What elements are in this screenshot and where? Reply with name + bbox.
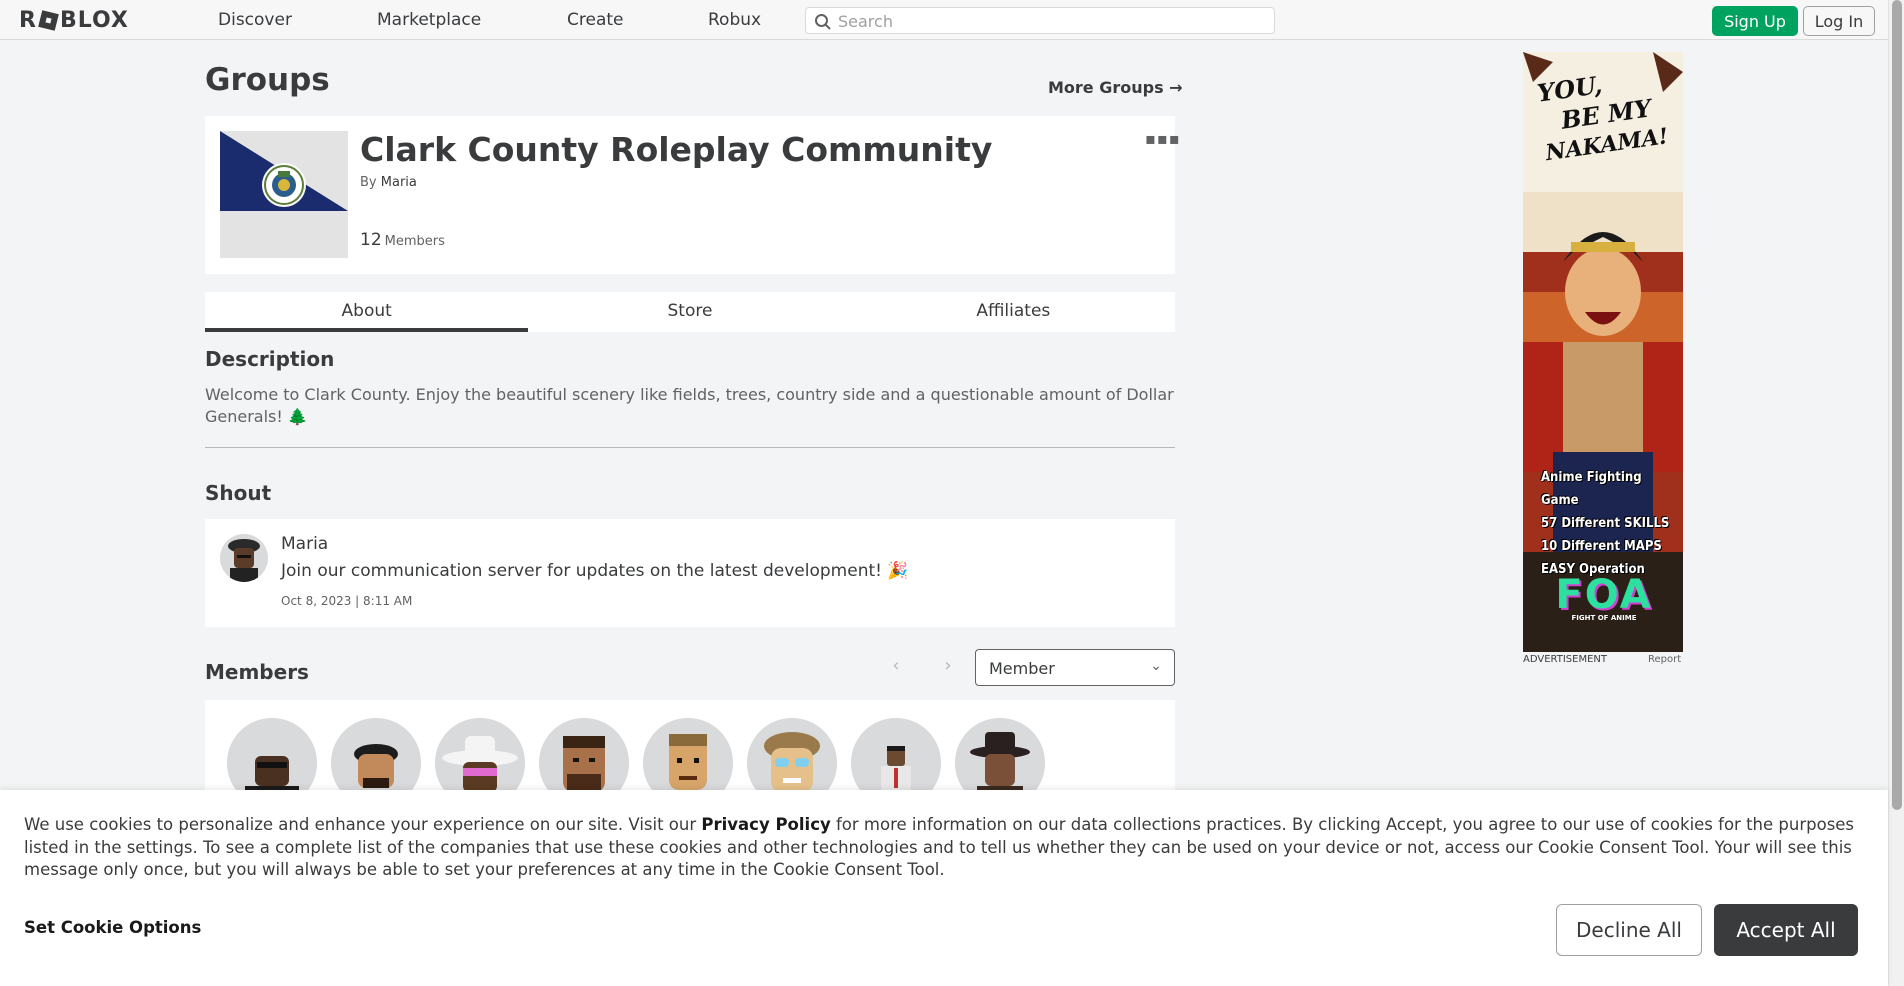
group-header-card: Clark County Roleplay Community By Maria…: [205, 116, 1180, 274]
search-icon: [815, 14, 831, 30]
shout-card: Maria Join our communication server for …: [205, 519, 1175, 627]
ad-report-link[interactable]: Report: [1648, 654, 1681, 665]
ellipsis-icon[interactable]: ▪▪▪: [1145, 129, 1181, 148]
sign-up-button[interactable]: Sign Up: [1712, 6, 1798, 36]
top-navbar: R BLOX Discover Marketplace Create Robux …: [0, 0, 1888, 40]
nav-marketplace[interactable]: Marketplace: [377, 10, 481, 30]
page-scrollbar[interactable]: [1888, 0, 1904, 986]
roblox-logo[interactable]: R BLOX: [19, 8, 129, 33]
chevron-right-icon[interactable]: ›: [936, 655, 960, 679]
tab-store[interactable]: Store: [528, 292, 851, 332]
chevron-down-icon: ⌄: [1150, 658, 1162, 674]
members-title: Members: [205, 660, 309, 684]
divider: [205, 447, 1175, 448]
log-in-button[interactable]: Log In: [1803, 6, 1875, 36]
shout-date: Oct 8, 2023 | 8:11 AM: [281, 594, 413, 608]
ad-feature-list: Anime Fighting Game 57 Different SKILLS …: [1541, 470, 1670, 577]
set-cookie-options-button[interactable]: Set Cookie Options: [24, 918, 201, 937]
search-box[interactable]: [805, 7, 1275, 34]
description-text: Welcome to Clark County. Enjoy the beaut…: [205, 385, 1174, 426]
group-owner-link[interactable]: Maria: [381, 175, 417, 190]
advertisement-label: ADVERTISEMENT: [1523, 654, 1608, 665]
cookie-consent-banner: We use cookies to personalize and enhanc…: [0, 790, 1888, 986]
group-name: Clark County Roleplay Community: [360, 130, 993, 169]
cookie-consent-text: We use cookies to personalize and enhanc…: [24, 815, 1855, 879]
member-count-value: 12: [360, 230, 382, 250]
shout-message: Join our communication server for update…: [281, 561, 909, 581]
nav-robux[interactable]: Robux: [708, 10, 761, 30]
nav-discover[interactable]: Discover: [218, 10, 292, 30]
shout-poster-name[interactable]: Maria: [281, 534, 328, 554]
group-emblem[interactable]: [220, 131, 348, 258]
more-groups-link[interactable]: More Groups →: [1048, 78, 1183, 97]
group-tabs: About Store Affiliates: [205, 292, 1175, 332]
tab-affiliates[interactable]: Affiliates: [852, 292, 1175, 332]
group-owner-line: By Maria: [360, 175, 417, 190]
tab-about[interactable]: About: [205, 292, 529, 332]
advertisement-banner[interactable]: YOU, BE MY NAKAMA! Anime Fighting Game 5…: [1523, 52, 1683, 652]
shout-title: Shout: [205, 481, 272, 505]
role-dropdown-value: Member: [989, 659, 1055, 678]
nav-create[interactable]: Create: [567, 10, 624, 30]
scrollbar-thumb[interactable]: [1892, 0, 1902, 810]
description-title: Description: [205, 347, 335, 371]
ad-brand-logo: FOA FIGHT OF ANIME: [1555, 572, 1653, 622]
by-prefix: By: [360, 175, 377, 190]
privacy-policy-link[interactable]: Privacy Policy: [701, 815, 830, 834]
member-count: 12 Members: [360, 230, 445, 250]
page-title: Groups: [205, 62, 330, 98]
shout-poster-avatar[interactable]: [220, 534, 268, 582]
chevron-left-icon[interactable]: ‹: [884, 655, 908, 679]
members-panel: [205, 700, 1175, 808]
search-input[interactable]: [838, 11, 1258, 31]
role-dropdown[interactable]: Member ⌄: [975, 649, 1175, 686]
decline-all-button[interactable]: Decline All: [1556, 904, 1702, 956]
accept-all-button[interactable]: Accept All: [1714, 904, 1858, 956]
member-count-label: Members: [384, 234, 445, 249]
ad-headline: YOU, BE MY NAKAMA!: [1535, 69, 1670, 167]
